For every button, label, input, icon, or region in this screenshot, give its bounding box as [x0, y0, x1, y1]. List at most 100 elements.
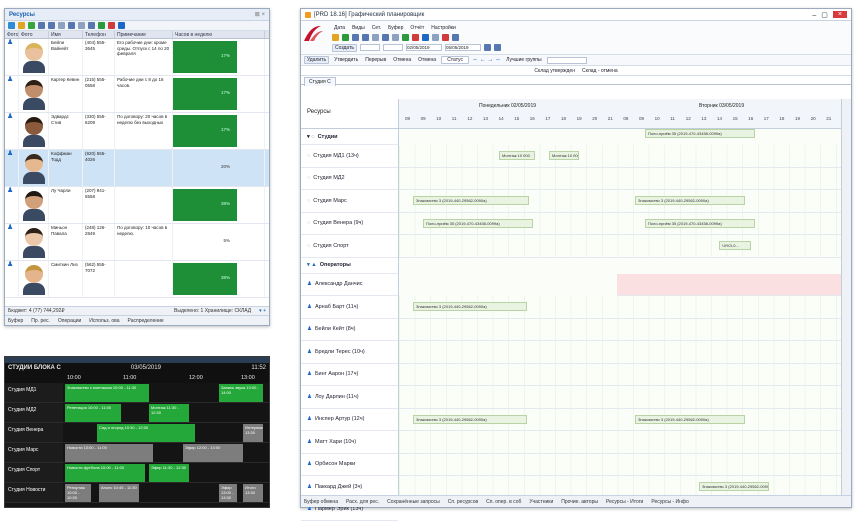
layout-icon[interactable] [68, 22, 75, 29]
operator-resource[interactable]: ♟Матт Хари (10ч) [301, 431, 398, 454]
timeline-row[interactable] [399, 476, 841, 497]
copy-icon[interactable] [58, 22, 65, 29]
status-tab[interactable]: Сохранённые запросы [387, 499, 440, 505]
col-header[interactable]: Телефон [83, 31, 115, 38]
operator-resource[interactable]: ♟Бинг Аарон (17ч) [301, 364, 398, 387]
status-tab[interactable]: Сп. ресурсов [448, 499, 478, 505]
grid-icon[interactable] [8, 22, 15, 29]
checkbox-icon[interactable] [494, 44, 501, 51]
operator-resource[interactable]: ♟Орбисон Марки [301, 454, 398, 477]
warehouse-cancel-toggle[interactable]: Склад - отмена [580, 67, 620, 75]
add-icon[interactable] [402, 34, 409, 41]
studio-booking[interactable]: Знакомство с монтажом 10:00 - 11:30 [65, 384, 149, 402]
remove-icon[interactable] [108, 22, 115, 29]
studio-booking[interactable]: Новости футбола 10:00 - 11:00 [65, 464, 145, 482]
filter-icon[interactable] [362, 34, 369, 41]
sort-icon[interactable] [38, 22, 45, 29]
cancel-button[interactable]: Отмена [391, 56, 413, 64]
operator-resource[interactable]: ♟Александр Данчис [301, 274, 398, 297]
bottom-tab[interactable]: Распределение [128, 318, 164, 324]
table-row[interactable]: ♟Эдвардс Стив(330) 555-6209По договору: … [5, 113, 269, 150]
group-search-input[interactable] [547, 57, 587, 64]
add-icon[interactable] [98, 22, 105, 29]
close-icon[interactable]: ⊠ × [255, 11, 265, 18]
row-height-input[interactable] [383, 44, 403, 51]
studio-resource[interactable]: ◌Студия Спорт [301, 235, 398, 258]
table-row[interactable]: ♟Миньон Павала(248) 126-2849По договору:… [5, 224, 269, 261]
close-icon[interactable] [442, 34, 449, 41]
timeline-row[interactable] [617, 274, 841, 297]
status-tab[interactable]: Участники [529, 499, 553, 505]
open-icon[interactable] [332, 34, 339, 41]
operator-resource[interactable]: ♟Инспер Артур (12ч) [301, 409, 398, 432]
timeline-row[interactable] [399, 386, 841, 409]
studio-booking[interactable]: Эфир 11:30 - 12:30 [149, 464, 189, 482]
table-row[interactable]: ♟Лу Чарли(207) 941-555838% [5, 187, 269, 224]
delete-button[interactable]: Удалить [304, 56, 329, 64]
operator-resource[interactable]: ♟Лоу Дарлин (11ч) [301, 386, 398, 409]
arrow-icon[interactable] [422, 34, 429, 41]
group-studios[interactable]: ▾ ◌ Студии [301, 129, 398, 145]
operator-resource[interactable]: ♟Бредли Терес (10ч) [301, 341, 398, 364]
size-input[interactable] [360, 44, 380, 51]
studio-booking[interactable]: Интервью 13:30 [243, 424, 263, 442]
col-header[interactable]: Фото [5, 31, 19, 38]
status-tab[interactable]: Ресурсы - Инфо [651, 499, 688, 505]
schedule-event[interactable]: Поло-приём 35 (2019-470-43458-0099a) [645, 129, 755, 138]
zoom-icon[interactable] [432, 34, 439, 41]
studio-resource[interactable]: ◌Студия Венера (9ч) [301, 213, 398, 236]
schedule-event[interactable]: Монтаж 10 000 [499, 151, 535, 160]
table-row[interactable]: ♟Бейли Вайнейт(404) 555-3645Его рабочие … [5, 39, 269, 76]
navigation-arrows-icon[interactable]: ⇔ ← → ⇔ [472, 57, 501, 63]
table-row[interactable]: ♟Смиткин Лиз(562) 555-707238% [5, 261, 269, 298]
status-tab[interactable]: Расх. для рес. [346, 499, 379, 505]
vertical-scrollbar[interactable] [841, 99, 851, 497]
warehouse-approved-toggle[interactable]: Склад утвержден [532, 67, 577, 75]
status-tab[interactable]: Ресурсы - Итоги [606, 499, 643, 505]
studio-booking[interactable]: Эфир 12:00 - 13:00 [183, 444, 243, 462]
schedule-event[interactable]: Знакомство 3 (2019-440-29562-0090a) [413, 302, 527, 311]
timeline-row[interactable] [399, 168, 841, 191]
tab-studio-c[interactable]: Студия С [304, 77, 336, 86]
menu-net[interactable]: Сет. [370, 24, 383, 32]
bottom-tab[interactable]: Операции [58, 318, 81, 324]
sum-icon[interactable] [88, 22, 95, 29]
column-icon[interactable] [78, 22, 85, 29]
expand-icon[interactable]: ▾ ◌ [307, 134, 315, 140]
calendar-icon[interactable] [452, 34, 459, 41]
operator-resource[interactable]: ♟Бейли Кейт (8ч) [301, 319, 398, 342]
studio-booking[interactable]: Репортаж 10:00 - 10:30 [65, 484, 91, 502]
studio-booking[interactable]: Новости 10:00 - 11:00 [65, 444, 153, 462]
operator-resource[interactable]: ♟Арнаб Барт (11ч) [301, 296, 398, 319]
table-row[interactable]: ♟Картер Кевин(215) 555-0558Рабочие дни с… [5, 76, 269, 113]
schedule-event[interactable]: Знакомство 3 (2019-440-29562-0090a) [635, 415, 745, 424]
schedule-event[interactable]: ЧУКЗ-0... [719, 241, 751, 250]
group-operators[interactable]: ▾ ▲ Операторы [301, 258, 398, 274]
menu-settings[interactable]: Настройки [429, 24, 458, 32]
studio-booking[interactable]: Эфир 13:00 - 13:30 [219, 484, 237, 502]
menu-report[interactable]: Отчёт [408, 24, 426, 32]
schedule-event[interactable]: Знакомство 3 (2019-440-29562-0090a) [699, 482, 769, 491]
break-button[interactable]: Перерыв [363, 56, 388, 64]
date-from-input[interactable]: 02/05/2019 [406, 44, 442, 51]
table-row[interactable]: ♟Коффман Тодд(920) 555-402620% [5, 150, 269, 187]
status-select[interactable]: Статус [441, 56, 469, 64]
col-header[interactable]: Фото [19, 31, 49, 38]
save-icon[interactable] [118, 22, 125, 29]
schedule-event[interactable]: Знакомство 3 (2019-440-29562-0090a) [413, 415, 527, 424]
refresh-icon[interactable] [342, 34, 349, 41]
studio-booking[interactable]: Анонс 10:45 - 11:30 [99, 484, 139, 502]
expand-icon[interactable]: ▾ ▲ [307, 262, 317, 268]
studio-booking[interactable]: Репетиция 10:00 - 11:00 [65, 404, 121, 422]
schedule-event[interactable]: Знакомство 3 (2019-440-29562-0090a) [635, 196, 745, 205]
studio-booking[interactable]: Итоги 13:30 [243, 484, 263, 502]
status-tab[interactable]: Сп. опер. в соб [486, 499, 521, 505]
studio-booking[interactable]: Сад и огород 10:30 - 12:00 [97, 424, 195, 442]
bottom-tab[interactable]: Использ. ова [89, 318, 119, 324]
menu-date[interactable]: Дата [332, 24, 347, 32]
schedule-event[interactable]: Монтаж 10 000 [549, 151, 579, 160]
status-tab[interactable]: Буфер обмена [304, 499, 338, 505]
window-close-button[interactable]: × [833, 11, 847, 18]
timeline-row[interactable] [399, 454, 841, 477]
col-header[interactable]: Примечание [115, 31, 173, 38]
